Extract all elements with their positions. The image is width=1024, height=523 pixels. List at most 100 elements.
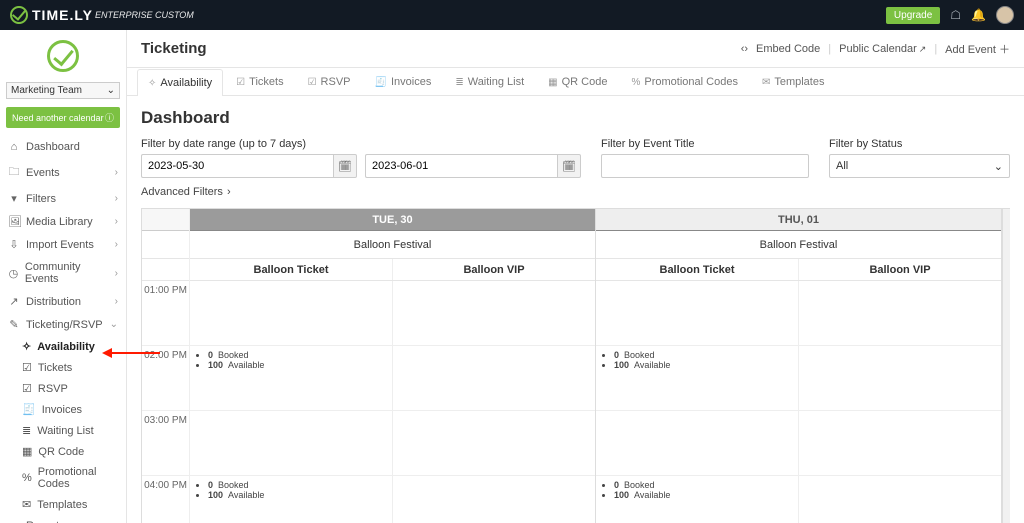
- avatar[interactable]: [996, 6, 1014, 24]
- filter-icon: ▾: [8, 192, 20, 205]
- brand: TIME.LY ENTERPRISE CUSTOM: [10, 6, 194, 24]
- ticket-type-header: Balloon VIP: [393, 259, 595, 280]
- add-event-link[interactable]: Add Event ＋: [945, 41, 1010, 57]
- check-icon: ☑: [308, 77, 317, 88]
- submenu-waiting[interactable]: ≣Waiting List: [0, 420, 126, 441]
- time-slot[interactable]: [596, 411, 798, 476]
- tab-label: Waiting List: [468, 76, 524, 88]
- title-filter-input[interactable]: [601, 154, 809, 178]
- booked-count: 0: [614, 350, 619, 360]
- code-icon: ‹›: [741, 43, 748, 55]
- tab-promo[interactable]: % Promotional Codes: [620, 68, 748, 95]
- tab-waiting[interactable]: ≣Waiting List: [444, 68, 535, 95]
- submenu-label: Templates: [37, 499, 87, 511]
- tab-invoices[interactable]: 🧾Invoices: [364, 68, 443, 95]
- submenu-availability[interactable]: ✧Availability: [0, 336, 126, 357]
- calendar-icon: 🗓: [338, 160, 352, 173]
- tab-templates[interactable]: ✉Templates: [751, 68, 836, 95]
- tab-qrcode[interactable]: ▦QR Code: [537, 68, 618, 95]
- submenu-label: Tickets: [38, 362, 72, 374]
- submenu-label: Invoices: [42, 404, 82, 416]
- chevron-down-icon: ⌄: [110, 319, 118, 330]
- submenu-tickets[interactable]: ☑Tickets: [0, 357, 126, 378]
- sidebar-item-media[interactable]: 🖼Media Library›: [0, 210, 126, 233]
- time-slot[interactable]: [393, 281, 595, 346]
- time-slot[interactable]: [190, 281, 392, 346]
- submenu-templates[interactable]: ✉Templates: [0, 494, 126, 515]
- tab-availability[interactable]: ✧ Availability: [137, 69, 223, 96]
- sidebar-item-label: Distribution: [26, 296, 81, 308]
- percent-icon: %: [631, 77, 640, 88]
- submenu-label: RSVP: [38, 383, 68, 395]
- time-slot[interactable]: 0 Booked 100 Available: [596, 346, 798, 411]
- booked-label: Booked: [218, 350, 249, 360]
- status-filter-select[interactable]: All ⌄: [829, 154, 1010, 178]
- time-slot[interactable]: [799, 346, 1001, 411]
- tab-label: Promotional Codes: [644, 76, 738, 88]
- tab-label: Invoices: [391, 76, 431, 88]
- mail-icon: ✉: [762, 77, 770, 88]
- sidebar-item-import[interactable]: ⇩Import Events›: [0, 233, 126, 256]
- image-icon: 🖼: [8, 215, 20, 228]
- info-icon: ⓘ: [105, 111, 114, 124]
- sidebar-item-label: Ticketing/RSVP: [26, 319, 103, 331]
- logo-icon: [10, 6, 28, 24]
- tab-label: Availability: [160, 77, 212, 89]
- bell-icon[interactable]: 🔔: [971, 8, 986, 22]
- time-slot[interactable]: [190, 411, 392, 476]
- upgrade-button[interactable]: Upgrade: [886, 7, 940, 24]
- percent-icon: %: [22, 472, 32, 484]
- tab-rsvp[interactable]: ☑RSVP: [297, 68, 362, 95]
- title-filter-label: Filter by Event Title: [601, 138, 809, 150]
- main: Ticketing ‹› Embed Code | Public Calenda…: [127, 30, 1024, 523]
- team-select[interactable]: Marketing Team ⌄: [6, 82, 120, 99]
- need-calendar-label: Need another calendar: [12, 113, 104, 123]
- day-header: THU, 01: [596, 209, 1001, 231]
- tab-label: Tickets: [249, 76, 283, 88]
- star-icon: ✧: [148, 78, 156, 89]
- sidebar-item-ticketing[interactable]: ✎ Ticketing/RSVP ⌄: [0, 313, 126, 336]
- chevron-right-icon: ›: [227, 186, 231, 198]
- scrollbar[interactable]: [1002, 209, 1010, 523]
- status-filter-label: Filter by Status: [829, 138, 1010, 150]
- sidebar-item-dashboard[interactable]: ⌂Dashboard: [0, 136, 126, 158]
- qrcode-icon: ▦: [22, 445, 32, 458]
- submenu-rsvp[interactable]: ☑RSVP: [0, 378, 126, 399]
- embed-code-link[interactable]: Embed Code: [756, 43, 820, 55]
- available-label: Available: [634, 360, 670, 370]
- submenu-invoices[interactable]: 🧾Invoices: [0, 399, 126, 420]
- booked-label: Booked: [624, 350, 655, 360]
- time-slot[interactable]: [393, 476, 595, 523]
- date-to-input[interactable]: [365, 154, 557, 178]
- tab-tickets[interactable]: ☑Tickets: [225, 68, 294, 95]
- sidebar-item-filters[interactable]: ▾Filters›: [0, 187, 126, 210]
- user-icon[interactable]: ☖: [950, 8, 961, 22]
- list-icon: ≣: [22, 424, 31, 437]
- date-from-picker-button[interactable]: 🗓: [333, 154, 357, 178]
- time-slot[interactable]: [799, 281, 1001, 346]
- time-slot[interactable]: [596, 281, 798, 346]
- need-calendar-button[interactable]: Need another calendar ⓘ: [6, 107, 120, 128]
- time-slot[interactable]: [799, 411, 1001, 476]
- hour-label: 02:00 PM: [142, 346, 189, 411]
- sidebar-item-reports[interactable]: ≡Reports›: [0, 515, 126, 523]
- available-label: Available: [228, 360, 264, 370]
- ticket-icon: ✎: [8, 318, 20, 331]
- hour-label: 03:00 PM: [142, 411, 189, 476]
- submenu-promo[interactable]: %Promotional Codes: [0, 462, 126, 494]
- time-slot[interactable]: 0 Booked 100 Available: [190, 346, 392, 411]
- time-slot[interactable]: 0 Booked 100 Available: [596, 476, 798, 523]
- date-from-input[interactable]: [141, 154, 333, 178]
- brand-name: TIME.LY: [32, 7, 93, 23]
- date-to-picker-button[interactable]: 🗓: [557, 154, 581, 178]
- time-slot[interactable]: [393, 346, 595, 411]
- sidebar-item-events[interactable]: 🗀Events›: [0, 158, 126, 187]
- sidebar-item-community[interactable]: ◷Community Events›: [0, 256, 126, 290]
- advanced-filters-toggle[interactable]: Advanced Filters ›: [141, 186, 1010, 198]
- submenu-qrcode[interactable]: ▦QR Code: [0, 441, 126, 462]
- time-slot[interactable]: 0 Booked 100 Available: [190, 476, 392, 523]
- time-slot[interactable]: [799, 476, 1001, 523]
- time-slot[interactable]: [393, 411, 595, 476]
- public-calendar-link[interactable]: Public Calendar↗: [839, 43, 926, 55]
- sidebar-item-distribution[interactable]: ↗Distribution›: [0, 290, 126, 313]
